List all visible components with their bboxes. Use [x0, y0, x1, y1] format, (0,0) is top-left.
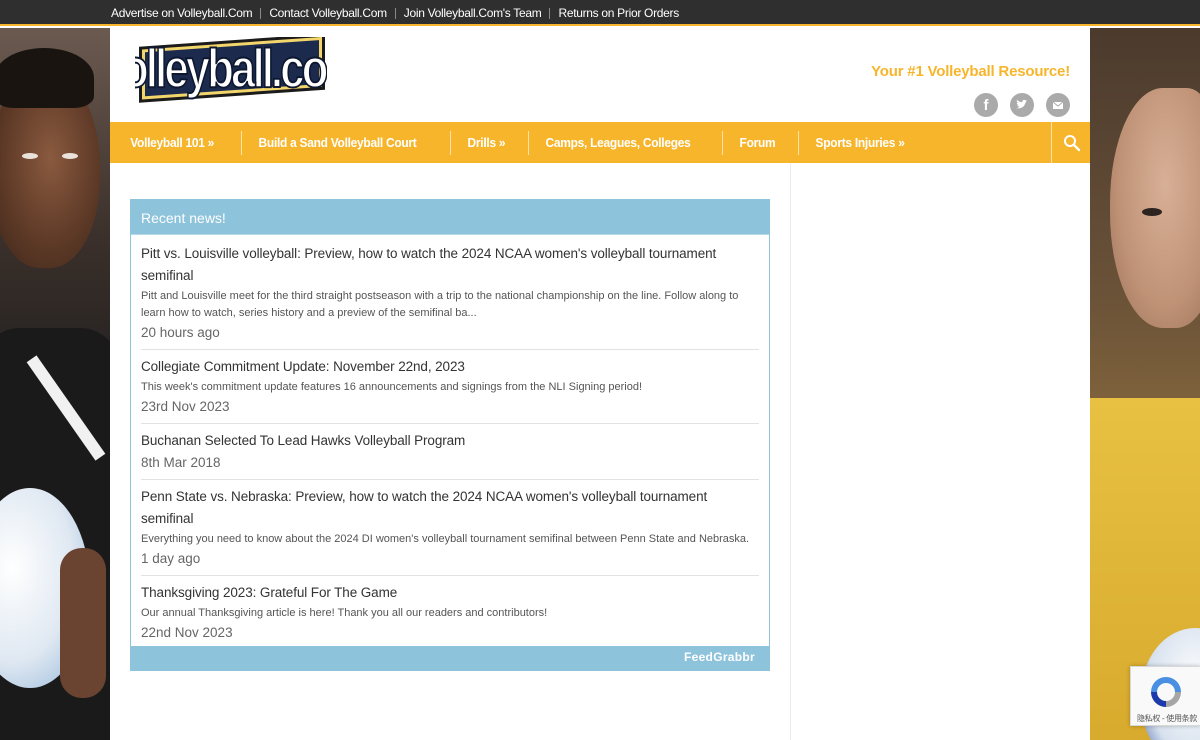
nav-item-forum[interactable]: Forum	[723, 135, 792, 150]
advertise-link[interactable]: Advertise on Volleyball.Com	[111, 6, 253, 20]
main-content: Recent news! Pitt vs. Louisville volleyb…	[110, 163, 1090, 740]
news-item: Pitt vs. Louisville volleyball: Preview,…	[141, 237, 759, 350]
email-icon[interactable]	[1046, 93, 1070, 117]
nav-item-volleyball-101[interactable]: Volleyball 101 »	[110, 135, 231, 150]
nav-item-sports-injuries[interactable]: Sports Injuries »	[799, 135, 921, 150]
news-description: Pitt and Louisville meet for the third s…	[141, 290, 739, 319]
nav-menu: Volleyball 101 » Build a Sand Volleyball…	[110, 122, 932, 163]
main-navigation: Volleyball 101 » Build a Sand Volleyball…	[110, 122, 1090, 163]
topbar-separator	[549, 7, 551, 19]
nav-item-build-sand-court[interactable]: Build a Sand Volleyball Court	[242, 135, 433, 150]
news-item: Collegiate Commitment Update: November 2…	[141, 350, 759, 424]
news-title-link[interactable]: Thanksgiving 2023: Grateful For The Game	[141, 582, 759, 604]
news-date: 1 day ago	[141, 551, 201, 566]
returns-link[interactable]: Returns on Prior Orders	[558, 6, 679, 20]
topbar-separator	[260, 7, 262, 19]
facebook-icon[interactable]: f	[974, 93, 998, 117]
player-hand	[60, 548, 106, 698]
news-description: Everything you need to know about the 20…	[141, 533, 750, 545]
contact-link[interactable]: Contact Volleyball.Com	[269, 6, 387, 20]
news-item: Penn State vs. Nebraska: Preview, how to…	[141, 480, 759, 576]
news-title-link[interactable]: Collegiate Commitment Update: November 2…	[141, 356, 759, 378]
news-list: Pitt vs. Louisville volleyball: Preview,…	[141, 237, 759, 649]
news-date: 23rd Nov 2023	[141, 399, 230, 414]
player-eye	[1142, 208, 1162, 216]
recent-news-widget: Recent news! Pitt vs. Louisville volleyb…	[130, 199, 770, 671]
site-header: volleyball.com Your #1 Volleyball Resour…	[110, 28, 1090, 122]
recaptcha-badge[interactable]: 隐私权 - 使用条款	[1130, 666, 1200, 726]
site-tagline: Your #1 Volleyball Resource!	[871, 63, 1070, 80]
right-player-background	[1090, 28, 1200, 740]
nav-item-camps-leagues-colleges[interactable]: Camps, Leagues, Colleges	[529, 135, 707, 150]
column-divider	[790, 163, 791, 740]
site-logo[interactable]: volleyball.com	[135, 37, 327, 110]
news-title-link[interactable]: Pitt vs. Louisville volleyball: Preview,…	[141, 243, 759, 287]
widget-title: Recent news!	[141, 210, 226, 226]
news-item: Thanksgiving 2023: Grateful For The Game…	[141, 576, 759, 649]
player-hair	[0, 48, 94, 108]
news-title-link[interactable]: Buchanan Selected To Lead Hawks Volleyba…	[141, 430, 759, 452]
search-button[interactable]	[1051, 122, 1090, 163]
news-date: 22nd Nov 2023	[141, 625, 233, 640]
topbar-separator	[394, 7, 396, 19]
nav-item-drills[interactable]: Drills »	[451, 135, 522, 150]
widget-header: Recent news!	[131, 200, 769, 235]
twitter-icon[interactable]	[1010, 93, 1034, 117]
search-icon	[1064, 135, 1081, 152]
top-utility-bar: Advertise on Volleyball.Com Contact Voll…	[0, 0, 1200, 26]
news-description: Our annual Thanksgiving article is here!…	[141, 607, 548, 619]
recaptcha-icon	[1151, 677, 1181, 707]
news-date: 8th Mar 2018	[141, 455, 221, 470]
news-title-link[interactable]: Penn State vs. Nebraska: Preview, how to…	[141, 486, 759, 530]
topbar-links: Advertise on Volleyball.Com Contact Voll…	[111, 6, 679, 20]
logo-text: volleyball.com	[135, 37, 327, 99]
social-links: f	[974, 93, 1070, 117]
player-eye	[62, 153, 78, 159]
news-item: Buchanan Selected To Lead Hawks Volleyba…	[141, 424, 759, 480]
join-team-link[interactable]: Join Volleyball.Com's Team	[404, 6, 542, 20]
widget-footer: FeedGrabbr	[131, 646, 769, 670]
news-date: 20 hours ago	[141, 325, 220, 340]
news-description: This week's commitment update features 1…	[141, 381, 643, 393]
feedgrabbr-link[interactable]: FeedGrabbr	[684, 650, 755, 664]
player-eye	[22, 153, 38, 159]
left-player-background	[0, 28, 110, 740]
recaptcha-terms[interactable]: 隐私权 - 使用条款	[1133, 713, 1200, 724]
